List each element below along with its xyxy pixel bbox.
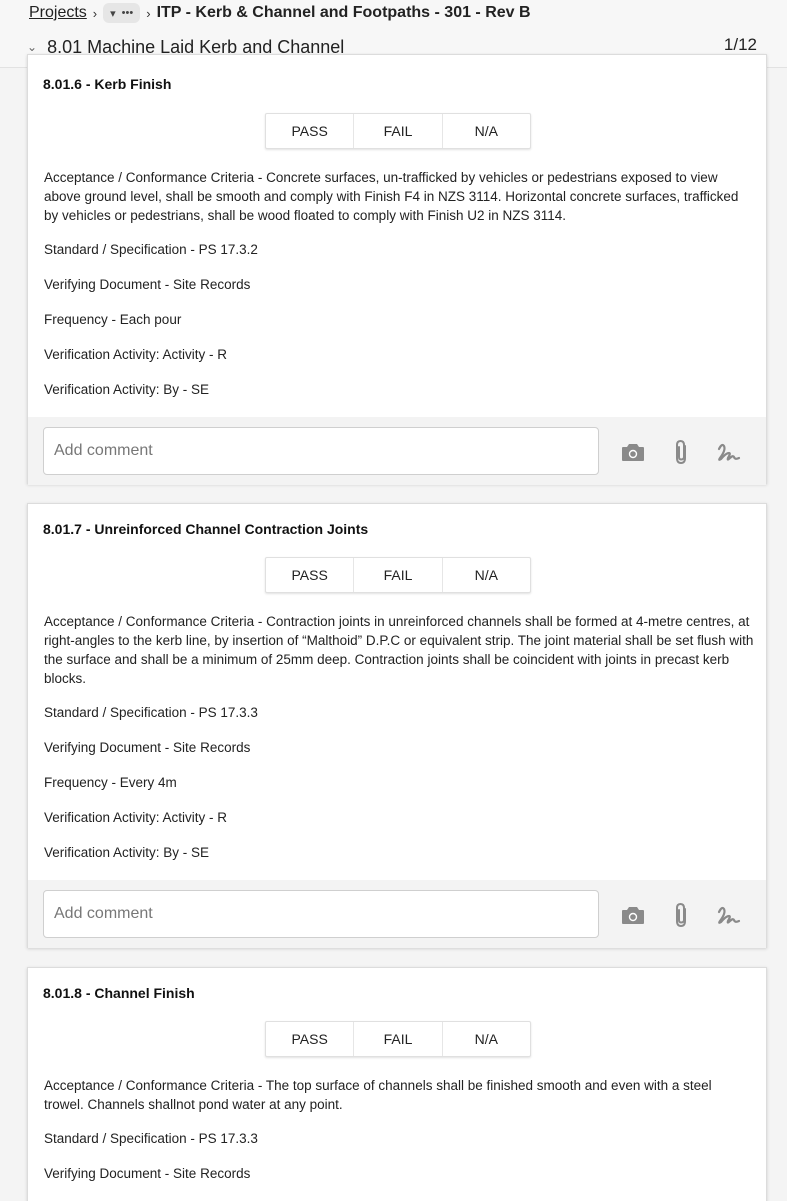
checklist-item-card: 8.01.6 - Kerb Finish PASS FAIL N/A Accep… (27, 54, 767, 485)
breadcrumb-current: ITP - Kerb & Channel and Footpaths - 301… (156, 4, 531, 21)
frequency: Frequency - Each pour (44, 312, 182, 327)
fail-button[interactable]: FAIL (353, 114, 441, 148)
verification-activity: Verification Activity: Activity - R (44, 347, 228, 362)
breadcrumb-projects-link[interactable]: Projects (29, 4, 87, 22)
chevron-right-icon: › (146, 5, 151, 21)
pass-button[interactable]: PASS (266, 558, 353, 592)
checklist-item-card: 8.01.8 - Channel Finish PASS FAIL N/A Ac… (27, 967, 767, 1201)
signature-icon[interactable] (716, 439, 742, 465)
pass-fail-group: PASS FAIL N/A (265, 557, 531, 593)
camera-icon[interactable] (620, 902, 646, 928)
na-button[interactable]: N/A (441, 114, 530, 148)
fail-button[interactable]: FAIL (353, 558, 441, 592)
paperclip-icon[interactable] (668, 439, 694, 465)
na-button[interactable]: N/A (441, 558, 530, 592)
verification-activity: Verification Activity: Activity - R (44, 810, 228, 825)
pass-fail-group: PASS FAIL N/A (265, 1021, 531, 1057)
verifying-document: Verifying Document - Site Records (44, 740, 251, 755)
pass-button[interactable]: PASS (266, 1022, 353, 1056)
comment-bar (28, 880, 766, 948)
acceptance-criteria: Acceptance / Conformance Criteria - Conc… (44, 170, 739, 223)
standard-spec: Standard / Specification - PS 17.3.3 (44, 705, 258, 720)
item-title: 8.01.6 - Kerb Finish (43, 76, 172, 92)
breadcrumb: Projects › ▾ ••• › ITP - Kerb & Channel … (29, 3, 531, 23)
chevron-right-icon: › (92, 5, 98, 21)
frequency: Frequency - Every 4m (44, 775, 177, 790)
pass-fail-group: PASS FAIL N/A (265, 113, 531, 149)
comment-bar (28, 417, 766, 485)
more-icon: ••• (121, 7, 134, 19)
standard-spec: Standard / Specification - PS 17.3.3 (44, 1131, 258, 1146)
breadcrumb-more-button[interactable]: ▾ ••• (103, 3, 141, 23)
verification-by: Verification Activity: By - SE (44, 382, 210, 397)
checklist-item-card: 8.01.7 - Unreinforced Channel Contractio… (27, 503, 767, 948)
acceptance-criteria: Acceptance / Conformance Criteria - Cont… (44, 614, 754, 686)
caret-down-icon: ▾ (110, 7, 116, 20)
comment-input[interactable] (43, 427, 599, 475)
paperclip-icon[interactable] (668, 902, 694, 928)
na-button[interactable]: N/A (441, 1022, 530, 1056)
acceptance-criteria: Acceptance / Conformance Criteria - The … (44, 1078, 712, 1112)
comment-input[interactable] (43, 890, 599, 938)
standard-spec: Standard / Specification - PS 17.3.2 (44, 242, 258, 257)
section-count: 1/12 (723, 35, 757, 54)
pass-button[interactable]: PASS (266, 114, 353, 148)
signature-icon[interactable] (716, 902, 742, 928)
verification-by: Verification Activity: By - SE (44, 845, 210, 860)
verifying-document: Verifying Document - Site Records (44, 277, 251, 292)
camera-icon[interactable] (620, 439, 646, 465)
item-title: 8.01.7 - Unreinforced Channel Contractio… (43, 521, 369, 537)
item-title: 8.01.8 - Channel Finish (43, 985, 195, 1001)
fail-button[interactable]: FAIL (353, 1022, 441, 1056)
chevron-down-icon: ⌄ (27, 40, 38, 54)
verifying-document: Verifying Document - Site Records (44, 1166, 251, 1181)
